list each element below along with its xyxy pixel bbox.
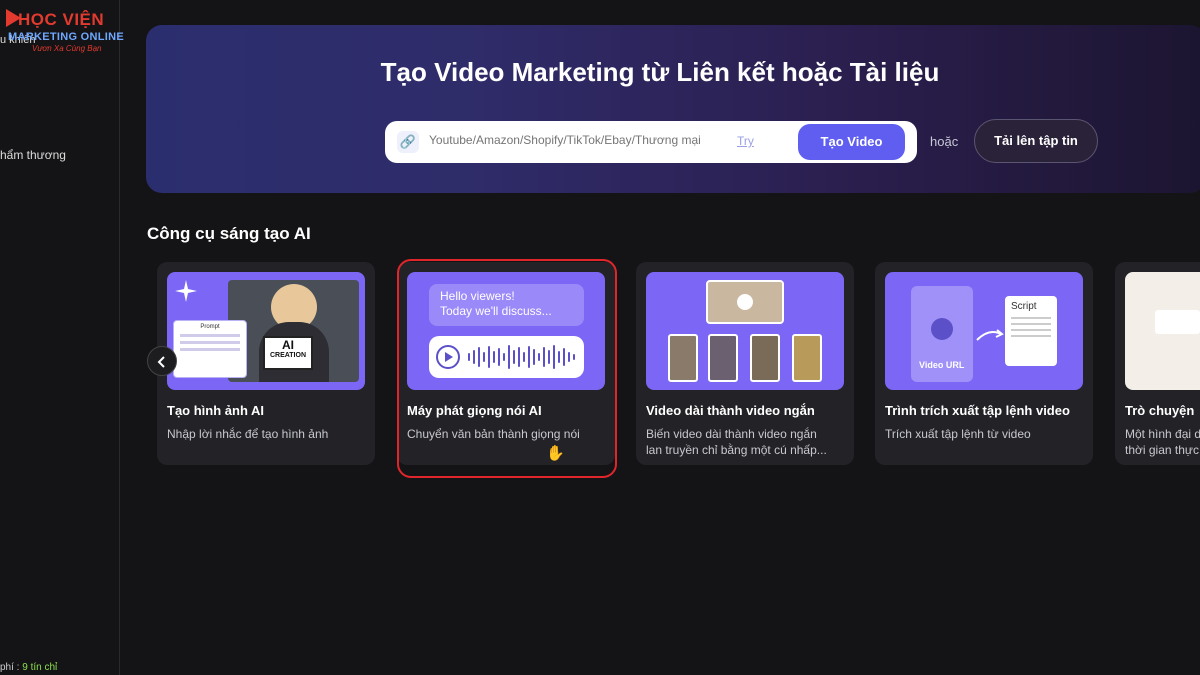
upload-file-button[interactable]: Tải lên tập tin bbox=[974, 119, 1098, 163]
tool-card-chat[interactable]: Trò chuyện Một hình đại d thời gian thực bbox=[1115, 262, 1200, 465]
chat-thumbnail bbox=[1125, 272, 1200, 390]
card-desc: Trích xuất tập lệnh từ video bbox=[885, 427, 1031, 441]
url-search-bar: 🔗 Try Tạo Video bbox=[385, 121, 917, 163]
long-to-short-thumbnail bbox=[646, 272, 844, 390]
prompt-label: Prompt bbox=[200, 324, 220, 330]
logo-sub: MARKETING ONLINE bbox=[8, 31, 125, 43]
sparkle-icon bbox=[175, 280, 197, 302]
ai-image-thumbnail: Prompt AI CREATION bbox=[167, 272, 365, 390]
video-url-label: Video URL bbox=[919, 360, 965, 370]
tool-card-script-extractor[interactable]: Video URL Script Trình trích xuất tập lệ… bbox=[875, 262, 1093, 465]
ai-label: AI bbox=[282, 338, 294, 352]
section-title: Công cụ sáng tạo AI bbox=[147, 224, 311, 243]
credit-value: 9 tín chỉ bbox=[22, 662, 58, 673]
card-title: Video dài thành video ngắn bbox=[646, 403, 815, 418]
or-label: hoặc bbox=[930, 134, 959, 149]
tool-card-long-to-short[interactable]: Video dài thành video ngắn Biến video dà… bbox=[636, 262, 854, 465]
logo-tagline: Vươn Xa Cùng Bạn bbox=[32, 44, 102, 53]
selection-highlight bbox=[397, 259, 617, 478]
script-label: Script bbox=[1011, 301, 1037, 312]
link-icon: 🔗 bbox=[397, 131, 419, 153]
hero-banner bbox=[146, 25, 1200, 193]
url-input[interactable] bbox=[429, 133, 714, 147]
credit-prefix: phí : bbox=[0, 662, 20, 673]
card-desc: Một hình đại d bbox=[1125, 427, 1200, 441]
sidebar: HỌC VIỆN u khiển MARKETING ONLINE Vươn X… bbox=[0, 0, 124, 675]
hand-cursor-icon: ✋ bbox=[546, 445, 565, 462]
creation-label: CREATION bbox=[269, 352, 307, 359]
logo: HỌC VIỆN u khiển MARKETING ONLINE Vươn X… bbox=[0, 0, 130, 60]
card-desc: Nhập lời nhắc để tạo hình ảnh bbox=[167, 427, 329, 441]
chevron-left-icon bbox=[157, 356, 165, 368]
script-extractor-thumbnail: Video URL Script bbox=[885, 272, 1083, 390]
card-desc: Biến video dài thành video ngắn bbox=[646, 427, 817, 441]
card-title: Tạo hình ảnh AI bbox=[167, 403, 265, 418]
arrow-icon bbox=[976, 329, 1004, 341]
carousel-prev-button[interactable] bbox=[147, 346, 177, 376]
hero-title: Tạo Video Marketing từ Liên kết hoặc Tài… bbox=[380, 57, 940, 87]
credit-balance: phí : 9 tín chỉ bbox=[0, 662, 57, 673]
try-link[interactable]: Try bbox=[737, 134, 789, 148]
card-desc-line2: thời gian thực bbox=[1125, 443, 1199, 457]
card-title: Trình trích xuất tập lệnh video bbox=[885, 403, 1070, 418]
logo-brand: HỌC VIỆN bbox=[18, 10, 105, 29]
sidebar-item-commerce[interactable]: hẩm thương bbox=[0, 148, 66, 162]
card-title: Trò chuyện bbox=[1125, 403, 1195, 418]
create-video-button[interactable]: Tạo Video bbox=[798, 124, 905, 160]
tool-card-ai-image[interactable]: Prompt AI CREATION Tạo hình ảnh AI Nhập … bbox=[157, 262, 375, 465]
card-desc-line2: lan truyền chỉ bằng một cú nhấp... bbox=[646, 443, 827, 457]
